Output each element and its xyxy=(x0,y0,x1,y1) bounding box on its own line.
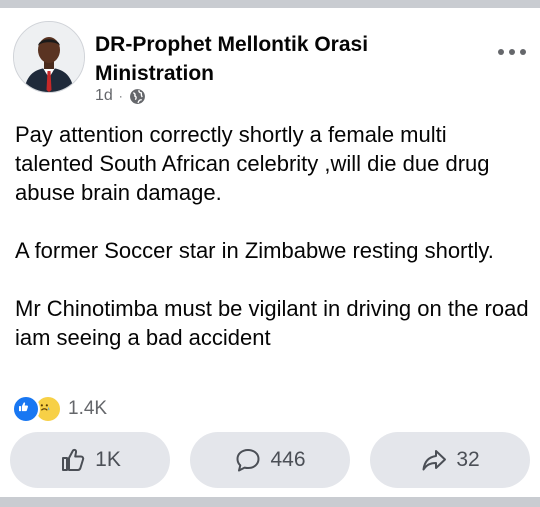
meta-separator: · xyxy=(118,89,123,103)
reactions-summary[interactable]: 1.4K xyxy=(12,395,108,423)
like-button[interactable]: 1K xyxy=(10,432,170,488)
globe-icon[interactable] xyxy=(129,88,146,105)
post-paragraph: Pay attention correctly shortly a female… xyxy=(15,122,490,205)
reaction-count: 1.4K xyxy=(68,398,108,419)
action-bar: 1K 446 32 xyxy=(0,432,540,488)
post-paragraph: Mr Chinotimba must be vigilant in drivin… xyxy=(15,296,529,350)
post-paragraph: A former Soccer star in Zimbabwe resting… xyxy=(15,238,494,263)
avatar[interactable] xyxy=(13,21,85,93)
comment-button[interactable]: 446 xyxy=(190,432,350,488)
thumbs-up-icon xyxy=(62,448,85,471)
author-name[interactable]: DR-Prophet Mellontik Orasi Ministration xyxy=(95,30,475,88)
share-arrow-icon xyxy=(422,450,447,471)
share-count: 32 xyxy=(456,448,480,471)
like-count: 1K xyxy=(95,448,121,471)
post-meta: 1d · xyxy=(95,86,146,106)
comment-icon xyxy=(236,449,260,472)
post-body: Pay attention correctly shortly a female… xyxy=(15,120,530,352)
like-reaction-icon xyxy=(12,395,40,423)
avatar-portrait xyxy=(14,22,84,92)
top-divider xyxy=(0,0,540,8)
share-button[interactable]: 32 xyxy=(370,432,530,488)
post-header: DR-Prophet Mellontik Orasi Ministration … xyxy=(0,8,540,108)
post-time[interactable]: 1d xyxy=(95,87,113,105)
comment-count: 446 xyxy=(270,448,306,471)
bottom-divider xyxy=(0,497,540,507)
more-dots-icon[interactable] xyxy=(498,46,526,58)
